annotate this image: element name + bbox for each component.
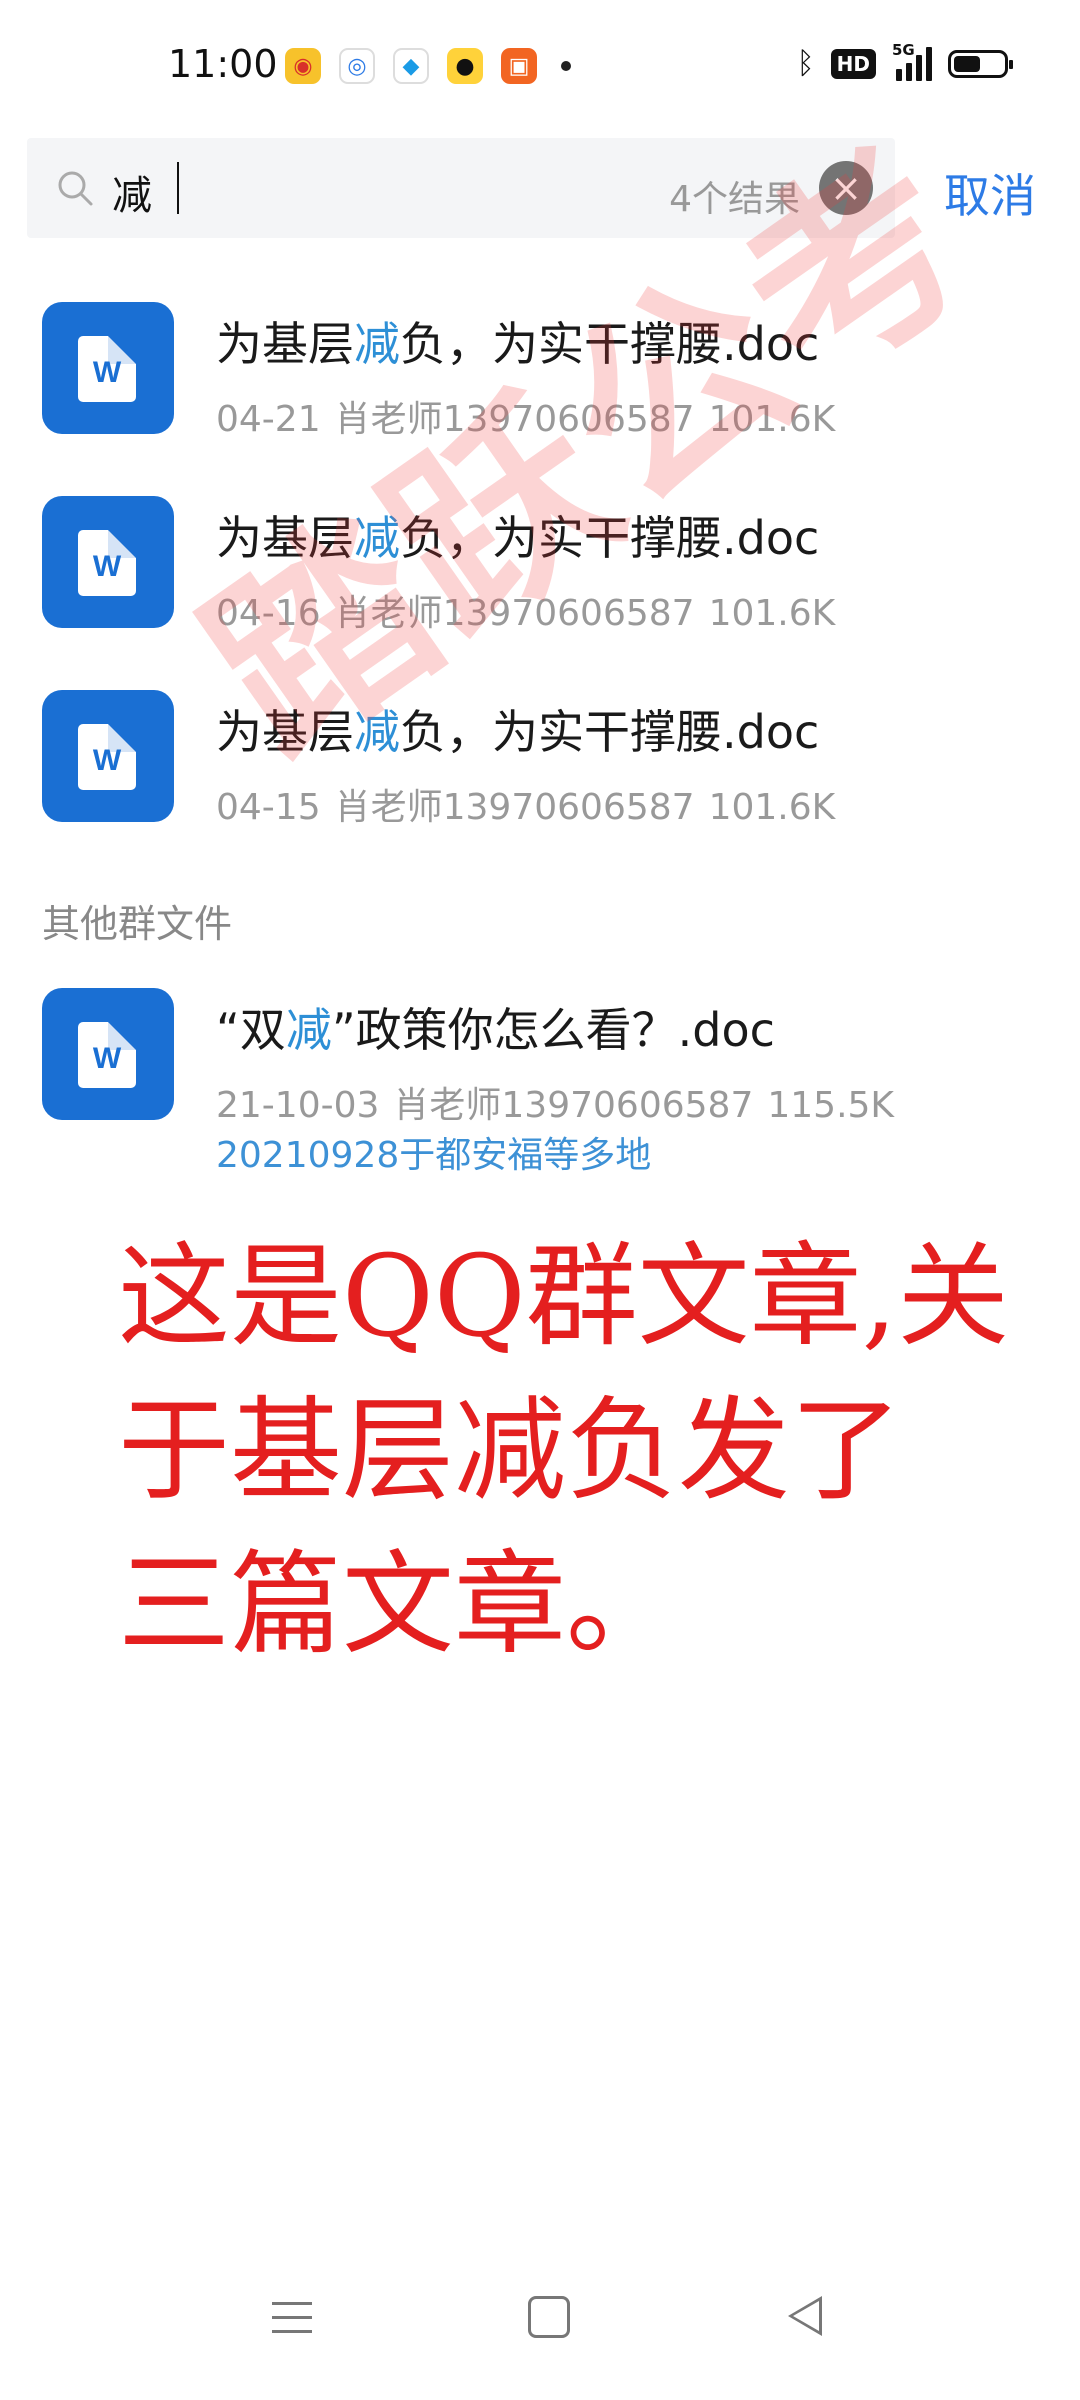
navigation-bar bbox=[0, 2270, 1080, 2400]
search-input[interactable]: 减 bbox=[112, 163, 152, 221]
file-meta: 21-10-03 肖老师13970606587 115.5K bbox=[216, 1076, 908, 1128]
file-title: “双减”政策你怎么看？.doc bbox=[216, 1003, 775, 1057]
pet-app-icon: ● bbox=[447, 48, 483, 84]
file-sender: 肖老师13970606587 bbox=[334, 787, 695, 828]
notification-icons: ◉ ◎ ◆ ● ▣ bbox=[285, 48, 571, 84]
signal-icon: 5G bbox=[892, 41, 932, 81]
file-sender: 肖老师13970606587 bbox=[393, 1085, 754, 1126]
store-app-icon: ▣ bbox=[501, 48, 537, 84]
map-icon: ◆ bbox=[393, 48, 429, 84]
section-header-other-groups: 其他群文件 bbox=[42, 902, 233, 946]
annotation-line: 这是QQ群文章,关 bbox=[118, 1232, 1010, 1362]
word-doc-icon: W bbox=[42, 302, 174, 434]
annotation-line: 于基层减负发了 bbox=[118, 1386, 902, 1516]
file-size: 101.6K bbox=[708, 787, 836, 828]
home-icon[interactable] bbox=[528, 2296, 570, 2338]
status-bar: 11:00 ◉ ◎ ◆ ● ▣ ᛒ HD 5G bbox=[0, 0, 1080, 136]
search-icon bbox=[58, 171, 93, 206]
file-group-name[interactable]: 20210928于都安福等多地 bbox=[216, 1126, 651, 1178]
file-result-item[interactable]: W 为基层减负，为实干撑腰.doc 04-15 肖老师13970606587 101… bbox=[0, 690, 1080, 870]
menu-icon[interactable] bbox=[272, 2302, 312, 2344]
back-icon[interactable] bbox=[788, 2296, 822, 2336]
annotation-line: 三篇文章。 bbox=[118, 1540, 678, 1670]
file-size: 115.5K bbox=[767, 1085, 895, 1126]
file-size: 101.6K bbox=[708, 593, 836, 634]
word-doc-icon: W bbox=[42, 690, 174, 822]
cancel-button[interactable]: 取消 bbox=[944, 160, 1036, 226]
system-indicators: ᛒ HD 5G bbox=[796, 41, 1013, 81]
file-result-item[interactable]: W “双减”政策你怎么看？.doc 21-10-03 肖老师13970606587… bbox=[0, 988, 1080, 1188]
status-time: 11:00 bbox=[168, 42, 278, 86]
browser-icon: ◎ bbox=[339, 48, 375, 84]
text-cursor bbox=[177, 162, 179, 214]
annotation-text: 这是QQ群文章,关 于基层减负发了 三篇文章。 bbox=[118, 1220, 1018, 1682]
more-notifications-dot-icon bbox=[561, 61, 571, 71]
file-date: 04-21 bbox=[216, 399, 321, 440]
file-date: 21-10-03 bbox=[216, 1085, 380, 1126]
network-type-label: 5G bbox=[892, 40, 915, 59]
bluetooth-icon: ᛒ bbox=[796, 46, 815, 81]
battery-icon bbox=[948, 49, 1013, 78]
weibo-icon: ◉ bbox=[285, 48, 321, 84]
word-doc-icon: W bbox=[42, 988, 174, 1120]
